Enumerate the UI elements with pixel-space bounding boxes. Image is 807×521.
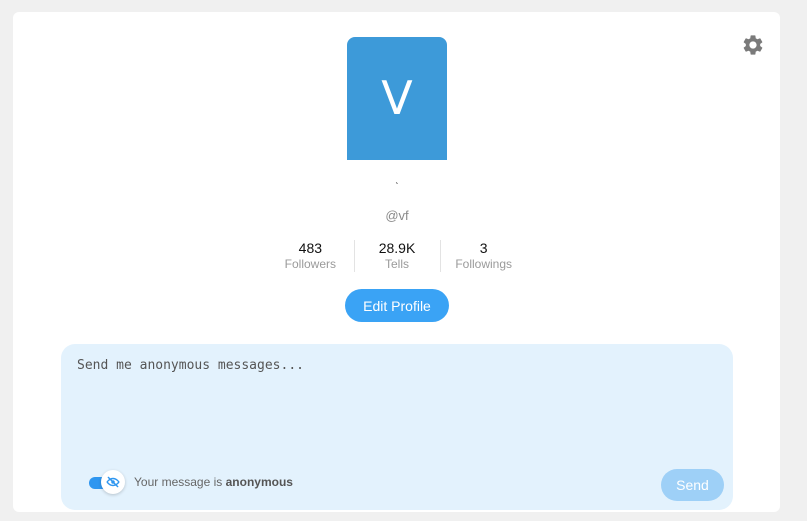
- anonymous-status: Your message is anonymous: [134, 475, 293, 489]
- avatar[interactable]: V: [347, 37, 447, 160]
- toggle-knob: [101, 470, 125, 494]
- edit-profile-button[interactable]: Edit Profile: [345, 289, 449, 322]
- stat-tells[interactable]: 28.9K Tells: [353, 240, 441, 272]
- profile-card: V ˎ @vf 483 Followers 28.9K Tells 3 Foll…: [13, 12, 780, 512]
- anonymous-state: anonymous: [225, 475, 293, 489]
- anonymous-prefix: Your message is: [134, 475, 226, 489]
- gear-icon: [743, 35, 763, 55]
- profile-stats: 483 Followers 28.9K Tells 3 Followings: [267, 240, 527, 272]
- message-composer: Your message is anonymous Send: [61, 344, 733, 510]
- eye-off-icon: [106, 476, 120, 488]
- stat-value: 28.9K: [378, 240, 416, 256]
- message-input[interactable]: [77, 358, 707, 458]
- username-handle: @vf: [385, 208, 409, 223]
- send-button[interactable]: Send: [661, 469, 724, 501]
- stat-value: 3: [479, 240, 488, 256]
- anonymous-toggle[interactable]: [89, 470, 125, 494]
- settings-button[interactable]: [741, 33, 765, 57]
- stat-value: 483: [298, 240, 323, 256]
- stat-label: Followers: [284, 257, 337, 271]
- stat-label: Followings: [455, 257, 513, 271]
- stat-followings[interactable]: 3 Followings: [440, 240, 527, 272]
- display-name: ˎ: [395, 174, 399, 185]
- stat-label: Tells: [385, 257, 410, 271]
- stat-followers[interactable]: 483 Followers: [267, 240, 354, 272]
